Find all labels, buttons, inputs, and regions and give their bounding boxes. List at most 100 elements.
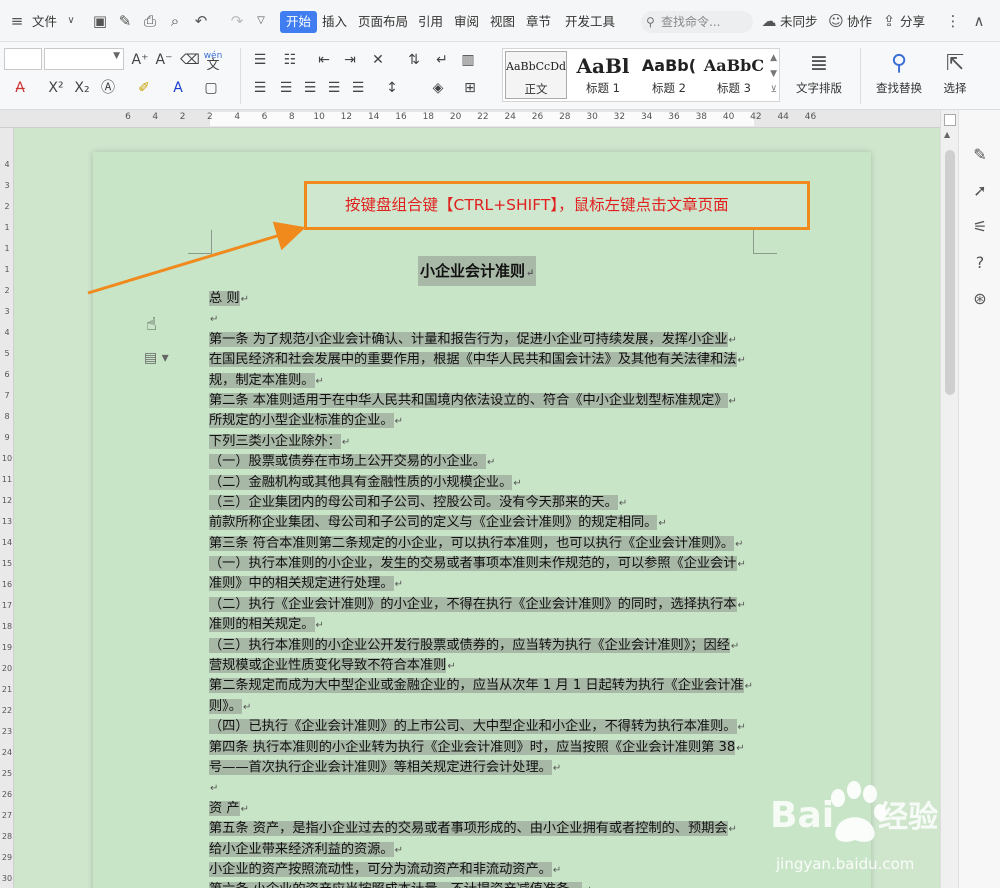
document-line[interactable]: 前款所称企业集团、母公司和子公司的定义与《企业会计准则》的规定相同。↵ [209, 513, 769, 533]
document-line[interactable]: 资 产↵ [209, 799, 769, 819]
style-normal[interactable]: AaBbCcDd 正文 [505, 51, 567, 99]
align-left-icon[interactable]: ☰ [250, 78, 270, 98]
gallery-scroll-up-icon[interactable]: ▲ [770, 53, 777, 63]
select-pointer-icon[interactable]: ➚ [969, 180, 991, 202]
document-line[interactable]: 第四条 执行本准则的小企业转为执行《企业会计准则》时，应当按照《企业会计准则第 … [209, 738, 769, 758]
document-canvas[interactable]: 小企业会计准则↵ 总 则↵ ↵ 第一条 为了规范小企业会计确认、计量和报告行为，促进… [14, 128, 940, 888]
document-line[interactable]: （三）执行本准则的小企业公开发行股票或债券的，应当转为执行《企业会计准则》；因经… [209, 636, 769, 656]
increase-font-icon[interactable]: A⁺ [130, 50, 150, 70]
undo-icon[interactable]: ↶ [192, 12, 210, 30]
document-line[interactable]: 在国民经济和社会发展中的重要作用，根据《中华人民共和国会计法》及其他有关法律和法… [209, 350, 769, 370]
sync-status[interactable]: 未同步 [780, 12, 818, 32]
scroll-up-icon[interactable]: ▲ [944, 130, 950, 139]
hamburger-icon[interactable]: ≡ [8, 12, 26, 30]
select-button[interactable]: ⇱ 选择 [934, 48, 976, 104]
text-effect-icon[interactable]: Ⓐ [98, 78, 118, 98]
table-border-icon[interactable]: ▥ [458, 50, 478, 70]
tab-home[interactable]: 开始 [280, 11, 318, 33]
document-body[interactable]: 总 则↵ ↵ 第一条 为了规范小企业会计确认、计量和报告行为，促进小企业可持续发展，… [209, 289, 769, 888]
search-command-input[interactable]: ⚲ 查找命令... [641, 11, 753, 33]
subscript-icon[interactable]: X₂ [72, 78, 92, 98]
bullet-list-icon[interactable]: ☰ [250, 50, 270, 70]
vertical-ruler[interactable]: 4 3 2 1 1 1 2 3 4 5 6 7 8 9 10 11 12 13 14 15 16 17 18 19 20 21 22… [0, 128, 14, 888]
quick-access-dropdown-icon[interactable]: ▽ [252, 12, 270, 30]
cloud-sync-icon[interactable]: ☁ [760, 12, 778, 30]
document-line[interactable]: 第五条 资产，是指小企业过去的交易或者事项形成的、由小企业拥有或者控制的、预期会… [209, 819, 769, 839]
numbered-list-icon[interactable]: ☷ [280, 50, 300, 70]
scroll-thumb[interactable] [945, 150, 955, 395]
document-line[interactable]: （一）执行本准则的小企业，发生的交易或者事项本准则未作规范的，可以参照《企业会计… [209, 554, 769, 574]
tab-page-layout[interactable]: 页面布局 [354, 11, 412, 33]
document-line[interactable]: ↵ [209, 778, 769, 798]
pen-icon[interactable]: ✎ [969, 144, 991, 166]
document-line[interactable]: 第一条 为了规范小企业会计确认、计量和报告行为，促进小企业可持续发展，发挥小企业… [209, 330, 769, 350]
document-line[interactable]: 规，制定本准则。↵ [209, 371, 769, 391]
collab-button[interactable]: 协作 [847, 12, 872, 32]
document-line[interactable]: （四）已执行《企业会计准则》的上市公司、大中型企业和小企业，不得转为执行本准则。… [209, 717, 769, 737]
decrease-indent-icon[interactable]: ⇤ [314, 50, 334, 70]
font-name-select[interactable] [4, 48, 42, 70]
document-line[interactable]: 第二条规定而成为大中型企业或金融企业的，应当从次年 1 月 1 日起转为执行《企… [209, 676, 769, 696]
collapse-ribbon-icon[interactable]: ∧ [970, 12, 988, 30]
gallery-scroll-down-icon[interactable]: ▼ [770, 69, 777, 79]
tab-developer[interactable]: 开发工具 [561, 11, 619, 33]
save-icon[interactable]: ▣ [91, 12, 109, 30]
borders-icon[interactable]: ⊞ [460, 78, 480, 98]
share-button[interactable]: 分享 [900, 12, 925, 32]
tab-view[interactable]: 视图 [486, 11, 519, 33]
chinese-layout-icon[interactable]: ✕ [368, 50, 388, 70]
sort-icon[interactable]: ⇅ [404, 50, 424, 70]
document-line[interactable]: 总 则↵ [209, 289, 769, 309]
tab-references[interactable]: 引用 [414, 11, 447, 33]
file-menu[interactable]: 文件 [32, 12, 57, 32]
print-icon[interactable]: ⎙ [141, 12, 159, 30]
font-size-select[interactable]: ▼ [44, 48, 124, 70]
document-line[interactable]: 准则的相关规定。↵ [209, 615, 769, 635]
superscript-icon[interactable]: X² [46, 78, 66, 98]
document-line[interactable]: 号——首次执行企业会计准则》等相关规定进行会计处理。↵ [209, 758, 769, 778]
vertical-scrollbar[interactable]: ▲ [940, 110, 958, 888]
gallery-expand-icon[interactable]: ⊻ [770, 85, 777, 95]
text-layout-button[interactable]: ≣ 文字排版 [788, 48, 850, 104]
document-line[interactable]: 营规模或企业性质变化导致不符合本准则↵ [209, 656, 769, 676]
document-line[interactable]: （三）企业集团内的母公司和子公司、控股公司。没有今天那来的天。↵ [209, 493, 769, 513]
char-border-icon[interactable]: ▢ [201, 78, 221, 98]
document-line[interactable]: 所规定的小型企业标准的企业。↵ [209, 411, 769, 431]
align-center-icon[interactable]: ☰ [276, 78, 296, 98]
distribute-icon[interactable]: ☰ [348, 78, 368, 98]
document-line[interactable]: 第三条 符合本准则第二条规定的小企业，可以执行本准则，也可以执行《企业会计准则》… [209, 534, 769, 554]
tab-chapter[interactable]: 章节 [522, 11, 555, 33]
document-line[interactable]: 则》。↵ [209, 697, 769, 717]
more-icon[interactable]: ⋮ [944, 12, 962, 30]
document-line[interactable]: 准则》中的相关规定进行处理。↵ [209, 574, 769, 594]
align-right-icon[interactable]: ☰ [300, 78, 320, 98]
font-color-icon[interactable]: A [168, 78, 188, 98]
increase-indent-icon[interactable]: ⇥ [340, 50, 360, 70]
find-replace-button[interactable]: ⚲ 查找替换 [868, 48, 930, 104]
shading-icon[interactable]: ◈ [428, 78, 448, 98]
horizontal-ruler[interactable]: 6 4 2 2 4 6 8 10 12 14 16 18 20 22 24 26 28 30 32 34 36 38 40 4… [0, 110, 940, 128]
clear-format-icon[interactable]: ⌫ [180, 50, 200, 70]
tab-insert[interactable]: 插入 [318, 11, 351, 33]
document-line[interactable]: 第二条 本准则适用于在中华人民共和国境内依法设立的、符合《中小企业划型标准规定》… [209, 391, 769, 411]
document-line[interactable]: （二）金融机构或其他具有金融性质的小规模企业。↵ [209, 473, 769, 493]
style-heading-1[interactable]: AaBl 标题 1 [571, 51, 635, 99]
scroll-top-button[interactable] [944, 114, 956, 126]
justify-icon[interactable]: ☰ [324, 78, 344, 98]
highlight-icon[interactable]: ✐ [134, 78, 154, 98]
document-line[interactable]: 第六条 小企业的资产应当按照成本计量，不计提资产减值准备。↵ [209, 880, 769, 888]
line-spacing-icon[interactable]: ↕ [382, 78, 402, 98]
style-heading-3[interactable]: AaBbC 标题 3 [703, 51, 765, 99]
document-line[interactable]: ↵ [209, 309, 769, 329]
document-line[interactable]: 给小企业带来经济利益的资源。↵ [209, 840, 769, 860]
decrease-font-icon[interactable]: A⁻ [154, 50, 174, 70]
strikethrough-icon[interactable]: A̶ [10, 78, 30, 98]
share-icon[interactable]: ⇪ [880, 12, 898, 30]
adjust-icon[interactable]: ⚟ [969, 216, 991, 238]
redo-icon[interactable]: ↷ [228, 12, 246, 30]
chevron-down-icon[interactable]: ∨ [62, 12, 80, 30]
collab-icon[interactable]: ☺ [827, 12, 845, 30]
style-heading-2[interactable]: AaBb( 标题 2 [637, 51, 701, 99]
backup-icon[interactable]: ⊛ [969, 288, 991, 310]
help-icon[interactable]: ? [969, 252, 991, 274]
